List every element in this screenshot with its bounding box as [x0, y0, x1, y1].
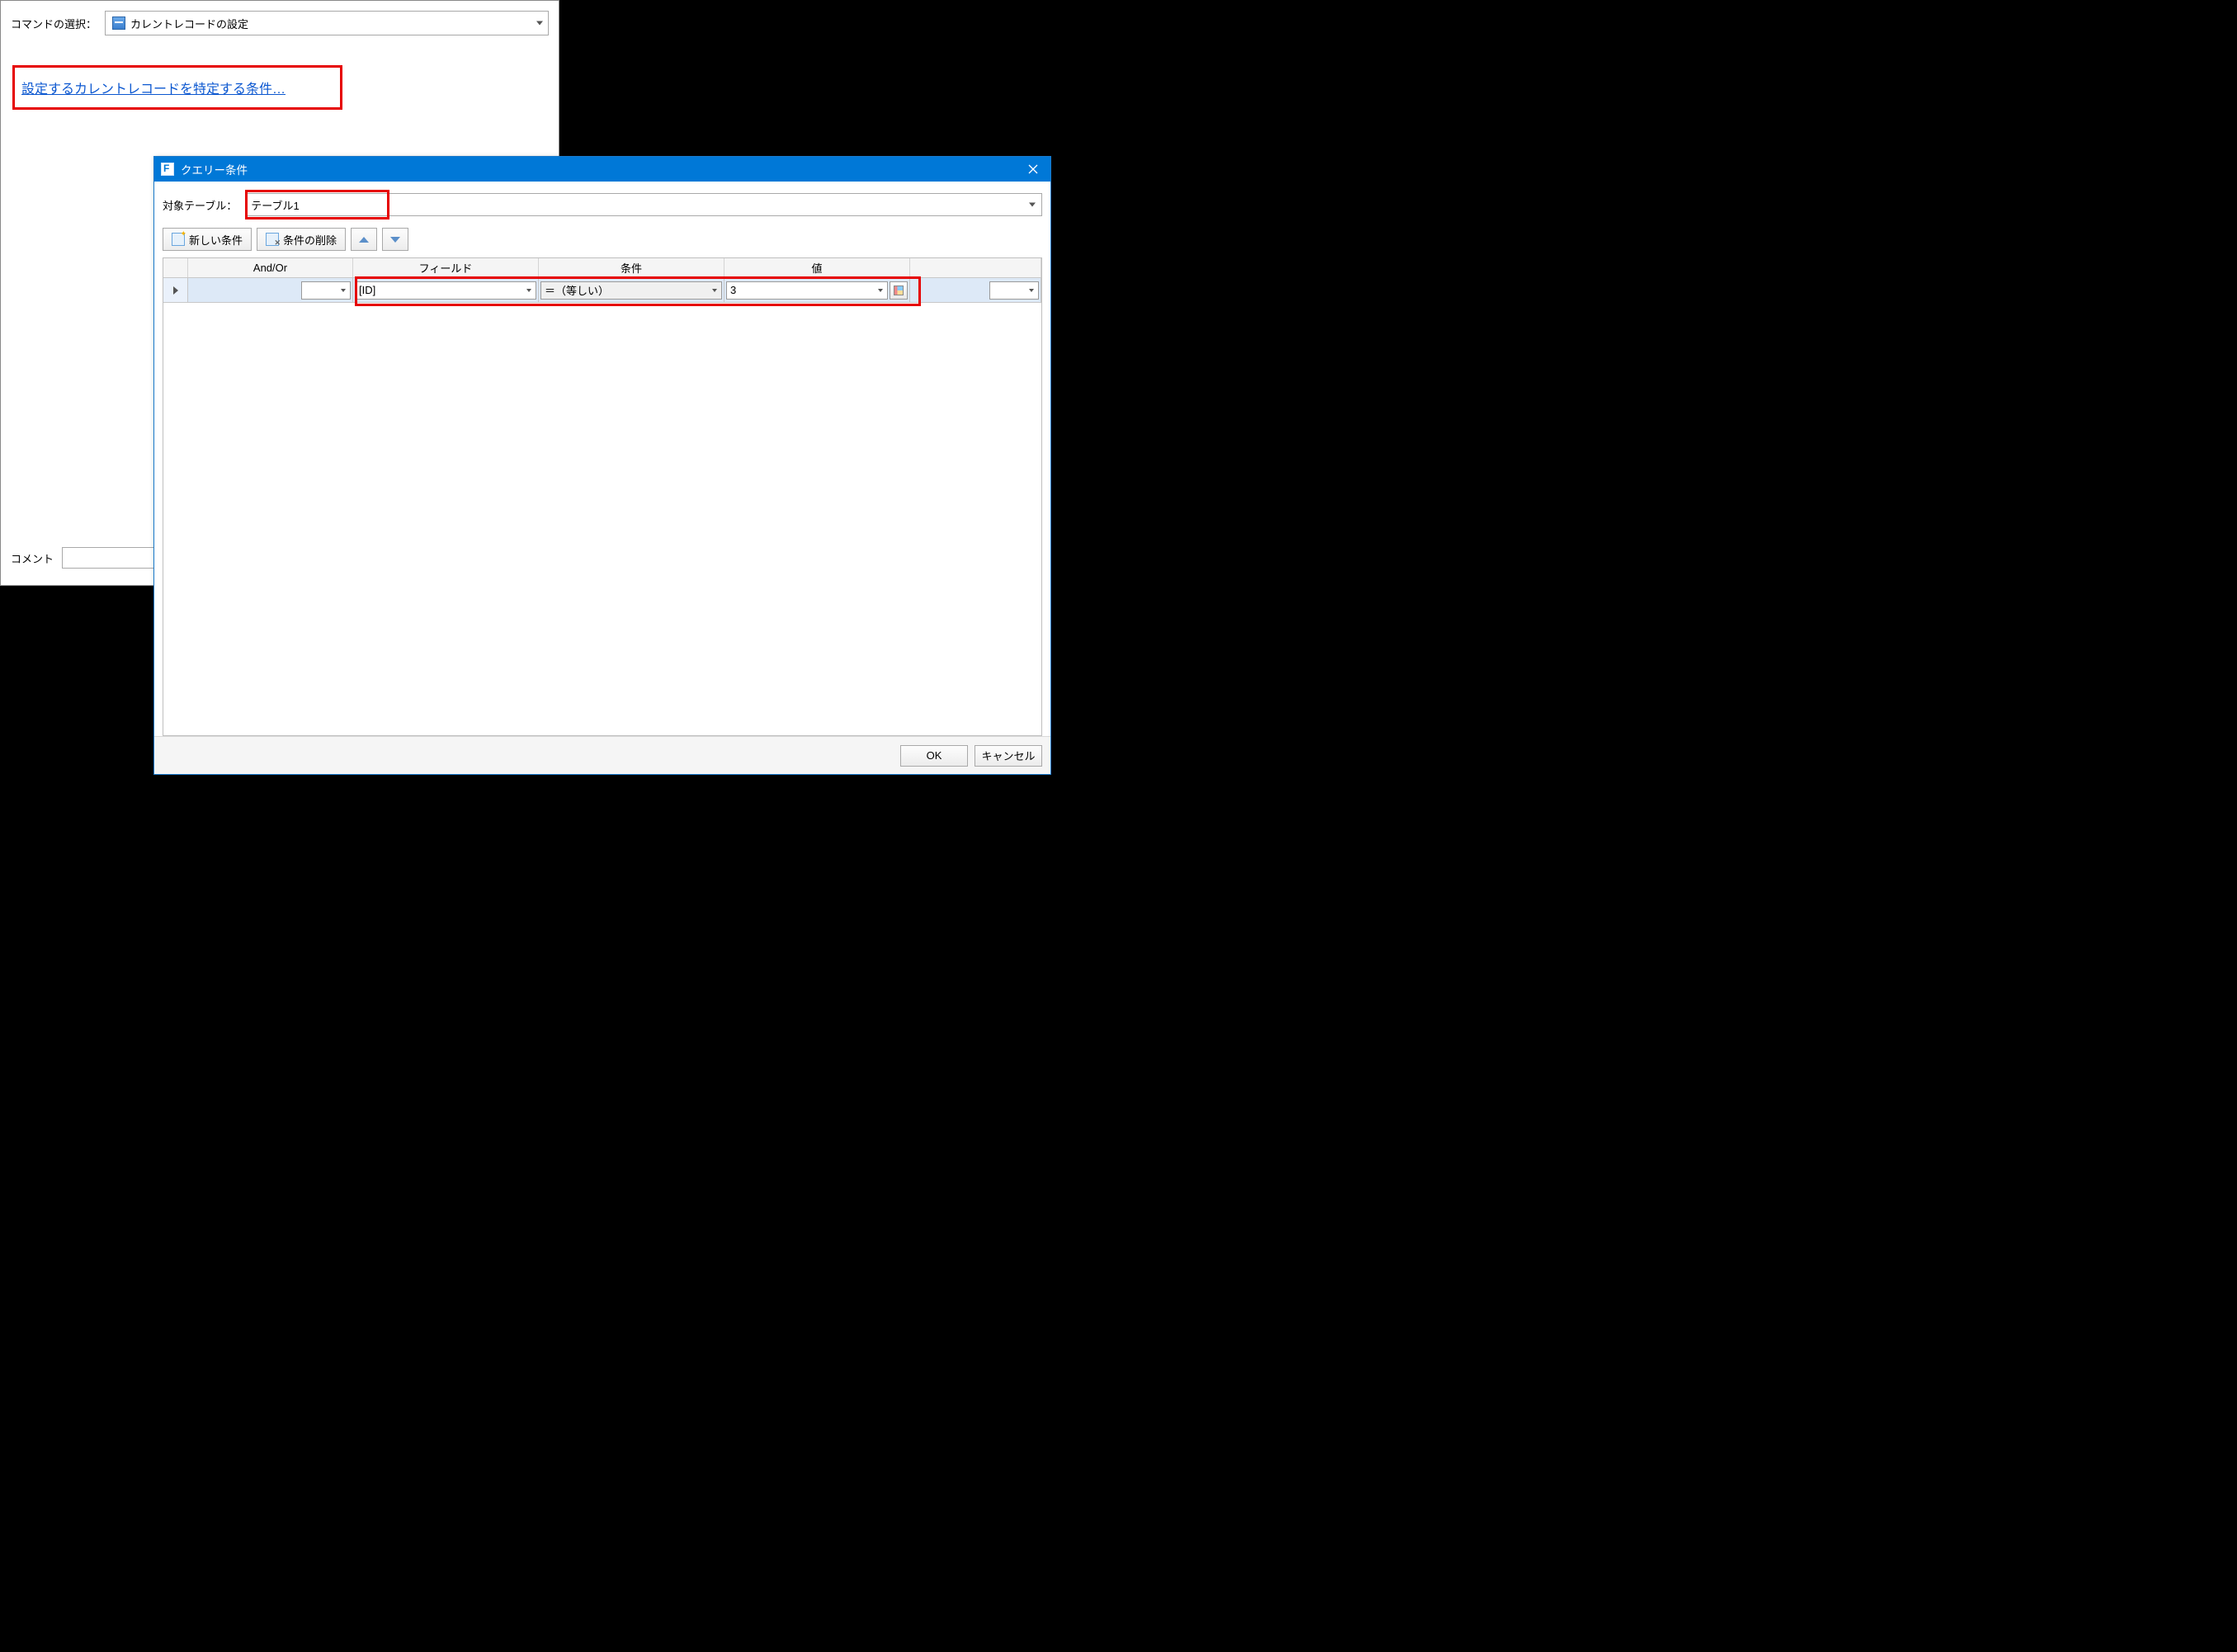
set-condition-link[interactable]: 設定するカレントレコードを特定する条件… [21, 83, 286, 97]
delete-condition-button[interactable]: 条件の削除 [257, 228, 346, 251]
field-select[interactable]: [ID] [355, 281, 536, 300]
dialog-footer: OK キャンセル [154, 736, 1050, 774]
chevron-down-icon [878, 289, 883, 292]
command-select[interactable]: カレントレコードの設定 [105, 11, 549, 35]
cell-value: 3 [724, 278, 910, 302]
value-value: 3 [730, 284, 736, 296]
close-button[interactable] [1016, 157, 1050, 182]
cell-andor [188, 278, 353, 302]
triangle-up-icon [359, 237, 369, 243]
command-select-value: カレントレコードの設定 [130, 16, 248, 31]
target-table-select[interactable]: テーブル1 [245, 193, 1042, 216]
value-select[interactable]: 3 [726, 281, 888, 300]
condition-toolbar: 新しい条件 条件の削除 [163, 228, 1042, 251]
delete-condition-label: 条件の削除 [283, 232, 337, 248]
dialog-title: クエリー条件 [181, 161, 248, 177]
conditions-grid: And/Or フィールド 条件 値 [163, 257, 1042, 736]
chevron-down-icon [536, 21, 543, 26]
close-icon [1028, 164, 1038, 174]
condition-link-highlight: 設定するカレントレコードを特定する条件… [12, 65, 342, 110]
cell-extra [910, 278, 1041, 302]
extra-select[interactable] [989, 281, 1039, 300]
grid-header-field: フィールド [353, 258, 539, 277]
move-up-button[interactable] [351, 228, 377, 251]
value-picker-button[interactable] [890, 281, 908, 300]
cell-condition: ＝（等しい） [539, 278, 724, 302]
new-condition-button[interactable]: 新しい条件 [163, 228, 252, 251]
chevron-down-icon [1029, 203, 1036, 207]
target-table-value: テーブル1 [251, 197, 299, 213]
new-condition-label: 新しい条件 [189, 232, 243, 248]
grid-header-andor: And/Or [188, 258, 353, 277]
grid-row: [ID] ＝（等しい） 3 [163, 278, 1041, 303]
target-table-select-wrap: テーブル1 [245, 193, 1042, 216]
dialog-titlebar: クエリー条件 [154, 157, 1050, 182]
triangle-down-icon [390, 237, 400, 243]
grid-header-extra [910, 258, 1041, 277]
target-table-row: 対象テーブル： テーブル1 [163, 193, 1042, 216]
ok-button[interactable]: OK [900, 745, 968, 767]
target-table-label: 対象テーブル： [163, 197, 237, 213]
andor-select[interactable] [301, 281, 351, 300]
new-condition-icon [172, 233, 185, 246]
condition-select[interactable]: ＝（等しい） [540, 281, 722, 300]
move-down-button[interactable] [382, 228, 408, 251]
grid-body: [ID] ＝（等しい） 3 [163, 278, 1041, 735]
field-value: [ID] [359, 284, 375, 296]
dialog-body: 対象テーブル： テーブル1 新しい条件 条件の削除 [154, 182, 1050, 736]
app-icon [161, 163, 174, 176]
chevron-down-icon [526, 289, 531, 292]
condition-value: ＝（等しい） [545, 282, 609, 298]
command-select-row: コマンドの選択： カレントレコードの設定 [1, 1, 559, 40]
chevron-down-icon [341, 289, 346, 292]
chevron-down-icon [712, 289, 717, 292]
grid-header-value: 値 [724, 258, 910, 277]
comment-label: コメント [11, 550, 54, 566]
value-picker-icon [894, 286, 904, 295]
delete-condition-icon [266, 233, 279, 246]
cell-field: [ID] [353, 278, 539, 302]
grid-header-handle [163, 258, 188, 277]
record-icon [112, 17, 125, 30]
command-select-label: コマンドの選択： [11, 16, 97, 31]
row-handle[interactable] [163, 278, 188, 302]
grid-header-condition: 条件 [539, 258, 724, 277]
row-marker-icon [173, 286, 178, 295]
cancel-button[interactable]: キャンセル [975, 745, 1042, 767]
grid-header: And/Or フィールド 条件 値 [163, 258, 1041, 278]
query-condition-dialog: クエリー条件 対象テーブル： テーブル1 新しい条件 [153, 156, 1051, 775]
chevron-down-icon [1029, 289, 1034, 292]
